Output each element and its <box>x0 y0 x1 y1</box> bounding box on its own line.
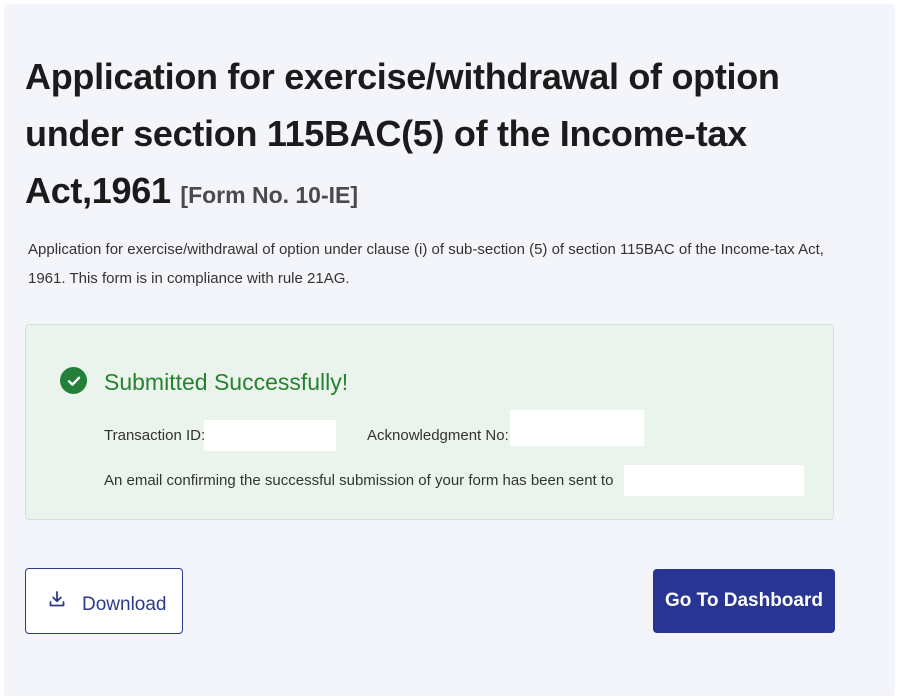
acknowledgment-no-value <box>510 410 644 446</box>
page-title-text: Application for exercise/withdrawal of o… <box>25 56 780 211</box>
check-circle-icon <box>60 367 87 394</box>
form-number: [Form No. 10-IE] <box>180 182 359 208</box>
page-title: Application for exercise/withdrawal of o… <box>25 48 825 224</box>
go-to-dashboard-button[interactable]: Go To Dashboard <box>653 569 835 633</box>
success-title: Submitted Successfully! <box>104 369 349 395</box>
success-panel: Submitted Successfully! Transaction ID: … <box>25 324 834 520</box>
download-button-label: Download <box>82 594 167 615</box>
acknowledgment-no-label: Acknowledgment No: <box>367 427 509 444</box>
form-description: Application for exercise/withdrawal of o… <box>28 241 824 287</box>
email-address-value <box>624 465 804 496</box>
transaction-id-value <box>204 420 336 451</box>
download-icon <box>49 591 65 607</box>
page-container: Application for exercise/withdrawal of o… <box>4 4 895 696</box>
transaction-id-label: Transaction ID: <box>104 427 206 444</box>
go-to-dashboard-label: Go To Dashboard <box>665 590 823 611</box>
download-button[interactable]: Download <box>25 568 183 634</box>
email-confirmation-message: An email confirming the successful submi… <box>104 472 614 489</box>
